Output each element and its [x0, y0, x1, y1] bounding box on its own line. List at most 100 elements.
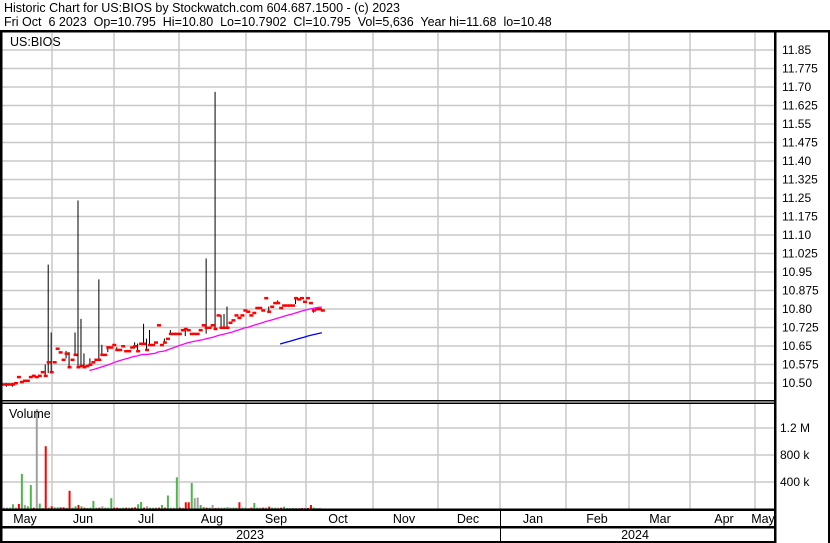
price-close-tick [252, 311, 257, 315]
price-close-tick [270, 305, 275, 309]
price-close-tick [25, 379, 30, 383]
price-close-tick [198, 328, 203, 332]
price-close-tick [201, 324, 206, 327]
year-label: 2024 [621, 528, 649, 542]
volume-bar [166, 495, 169, 509]
volume-bar [137, 504, 140, 509]
moving-average-long [279, 332, 323, 345]
month-label: Feb [586, 512, 608, 526]
month-label: Jul [138, 512, 154, 526]
volume-bar [110, 498, 113, 509]
price-close-tick [258, 306, 263, 310]
year-divider [500, 509, 501, 543]
month-label: Mar [649, 512, 671, 526]
price-tick-label: 10.50 [782, 376, 812, 390]
price-close-tick [216, 314, 221, 317]
price-close-tick [97, 358, 102, 362]
price-close-tick [118, 348, 123, 352]
grid [2, 33, 775, 509]
price-tick-label: 11.10 [782, 228, 811, 242]
price-close-tick [64, 352, 69, 355]
price-tick-label: 11.175 [782, 210, 818, 224]
price-close-tick [279, 306, 284, 310]
price-close-tick [91, 361, 96, 364]
price-tick-label: 11.625 [782, 99, 818, 113]
price-close-tick [103, 353, 108, 357]
price-tick-label: 10.95 [782, 265, 812, 279]
price-close-tick [159, 343, 164, 347]
volume-bars [3, 409, 324, 509]
price-close-tick [13, 382, 18, 385]
price-tick-label: 10.65 [782, 339, 812, 353]
price-close-tick [246, 310, 251, 313]
price-close-tick [264, 296, 269, 300]
month-label: Sep [265, 512, 287, 526]
price-close-tick [109, 346, 114, 349]
price-close-tick [145, 348, 150, 352]
price-close-tick [37, 374, 42, 378]
volume-bar [17, 503, 20, 509]
year-label: 2023 [236, 528, 264, 542]
price-close-tick [210, 324, 215, 327]
price-tick-label: 11.70 [782, 80, 811, 94]
price-tick-label: 10.575 [782, 358, 819, 372]
price-close-tick [133, 345, 138, 348]
month-label: Jan [523, 512, 543, 526]
price-close-tick [46, 361, 51, 364]
price-tick-label: 11.85 [782, 43, 811, 57]
volume-bar [160, 504, 163, 509]
price-tick-label: 11.025 [782, 247, 818, 261]
price-close-tick [88, 363, 93, 366]
price-close-tick [112, 343, 117, 347]
volume-bar [193, 498, 196, 509]
price-close-tick [320, 309, 325, 312]
price-close-tick [142, 342, 147, 346]
price-close-tick [43, 374, 48, 378]
price-close-tick [40, 370, 45, 374]
volume-bar [11, 504, 14, 509]
price-close-tick [267, 310, 272, 313]
axis-labels: 11.85 11.775 11.70 11.625 11.55 11.475 11.40 11… [9, 35, 819, 542]
price-close-tick [153, 341, 158, 344]
price-close-tick [302, 300, 307, 304]
panel-divider-1 [0, 400, 776, 402]
volume-bar [184, 502, 187, 509]
price-bars [2, 91, 325, 387]
volume-tick-label: 400 k [780, 475, 810, 489]
volume-bar [29, 485, 32, 509]
left-border [0, 30, 3, 543]
volume-bar [20, 473, 23, 509]
price-close-tick [276, 301, 281, 305]
price-close-tick [237, 316, 242, 320]
volume-bar [253, 502, 256, 509]
price-close-tick [225, 326, 230, 329]
month-label: May [13, 512, 37, 526]
month-label: Nov [393, 512, 416, 526]
price-close-tick [195, 332, 200, 336]
volume-bar [140, 501, 143, 509]
header-divider [0, 30, 830, 33]
price-close-tick [291, 304, 296, 307]
month-label: Apr [714, 512, 733, 526]
price-close-tick [228, 321, 233, 325]
volume-tick-label: 800 k [780, 448, 810, 462]
volume-bar [190, 483, 193, 509]
volume-bar [92, 500, 95, 509]
price-close-tick [16, 375, 21, 379]
price-close-tick [213, 327, 218, 331]
price-close-tick [165, 337, 170, 341]
volume-bar [35, 409, 38, 509]
symbol-label: US:BIOS [10, 35, 61, 49]
volume-bar [77, 504, 80, 509]
price-close-tick [249, 314, 254, 317]
price-close-tick [151, 343, 155, 347]
price-close-tick [207, 326, 212, 329]
volume-bar [68, 490, 71, 509]
volume-bar [23, 504, 26, 509]
price-close-tick [52, 361, 57, 364]
price-close-tick [261, 309, 266, 312]
price-close-tick [70, 358, 75, 362]
volume-bar [309, 504, 312, 509]
chart-frame [0, 30, 830, 543]
volume-label: Volume [9, 407, 51, 421]
